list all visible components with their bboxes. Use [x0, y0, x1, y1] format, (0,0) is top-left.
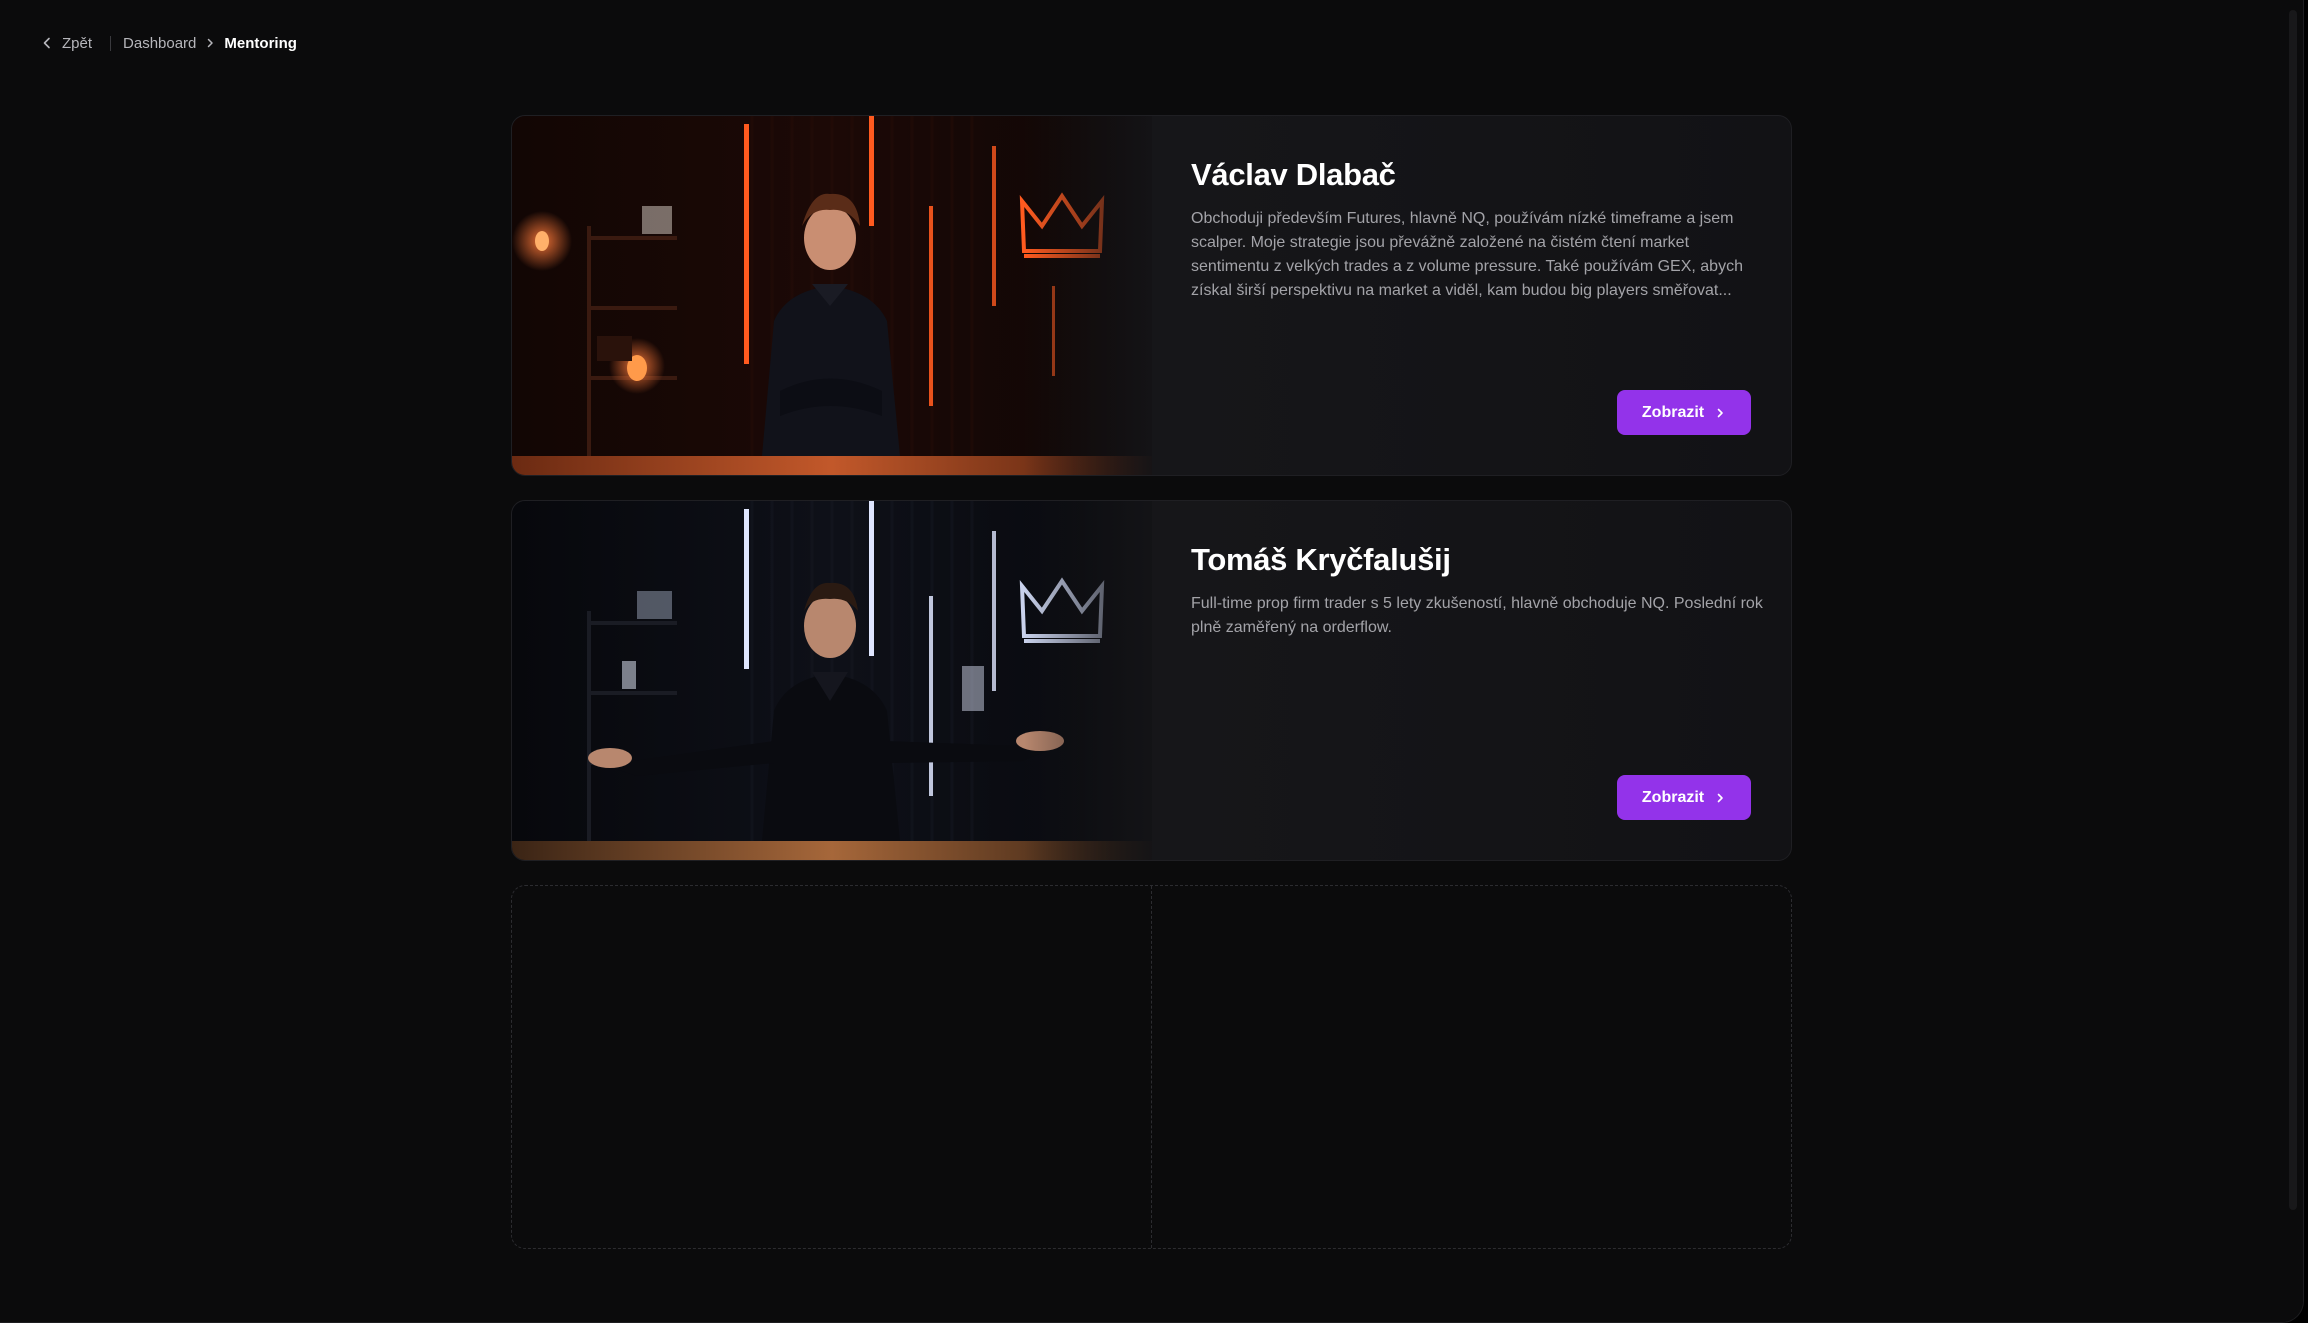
view-mentor-button-label: Zobrazit — [1641, 403, 1705, 421]
mentor-info: Václav Dlabač Obchoduji především Future… — [1191, 156, 1763, 303]
breadcrumb: Zpět Dashboard Mentoring — [40, 32, 297, 54]
scrollbar-thumb[interactable] — [2289, 10, 2297, 1210]
mentor-name: Václav Dlabač — [1191, 157, 1396, 192]
view-mentor-button[interactable]: Zobrazit — [1617, 775, 1751, 820]
placeholder-divider — [1151, 886, 1152, 1248]
mentor-photo — [512, 501, 1152, 860]
empty-card-placeholder — [511, 885, 1792, 1249]
mentor-photo-illustration — [512, 116, 1152, 475]
view-mentor-button-label: Zobrazit — [1641, 788, 1705, 806]
chevron-right-icon — [208, 38, 214, 48]
app-window: Zpět Dashboard Mentoring Václav Dlabač O… — [0, 0, 2304, 1323]
breadcrumb-divider — [110, 35, 112, 51]
mentor-card: Václav Dlabač Obchoduji především Future… — [511, 115, 1792, 476]
mentor-description: Full-time prop firm trader s 5 lety zkuš… — [1191, 595, 1763, 637]
mentor-name: Tomáš Kryčfalušij — [1191, 542, 1451, 577]
breadcrumb-current: Mentoring — [224, 34, 297, 52]
mentor-photo-illustration — [512, 501, 1152, 860]
chevron-right-icon — [1717, 408, 1723, 417]
chevron-right-icon — [1717, 793, 1723, 802]
mentor-photo — [512, 116, 1152, 475]
mentor-description: Obchoduji především Futures, hlavně NQ, … — [1191, 210, 1743, 300]
back-link[interactable]: Zpět — [40, 35, 92, 52]
breadcrumb-item-dashboard[interactable]: Dashboard — [123, 35, 196, 52]
chevron-left-icon — [43, 37, 50, 49]
back-label: Zpět — [62, 34, 93, 52]
mentor-info: Tomáš Kryčfalušij Full-time prop firm tr… — [1191, 541, 1763, 640]
view-mentor-button[interactable]: Zobrazit — [1617, 390, 1751, 435]
mentor-card: Tomáš Kryčfalušij Full-time prop firm tr… — [511, 500, 1792, 861]
scrollbar[interactable] — [2281, 0, 2303, 1322]
